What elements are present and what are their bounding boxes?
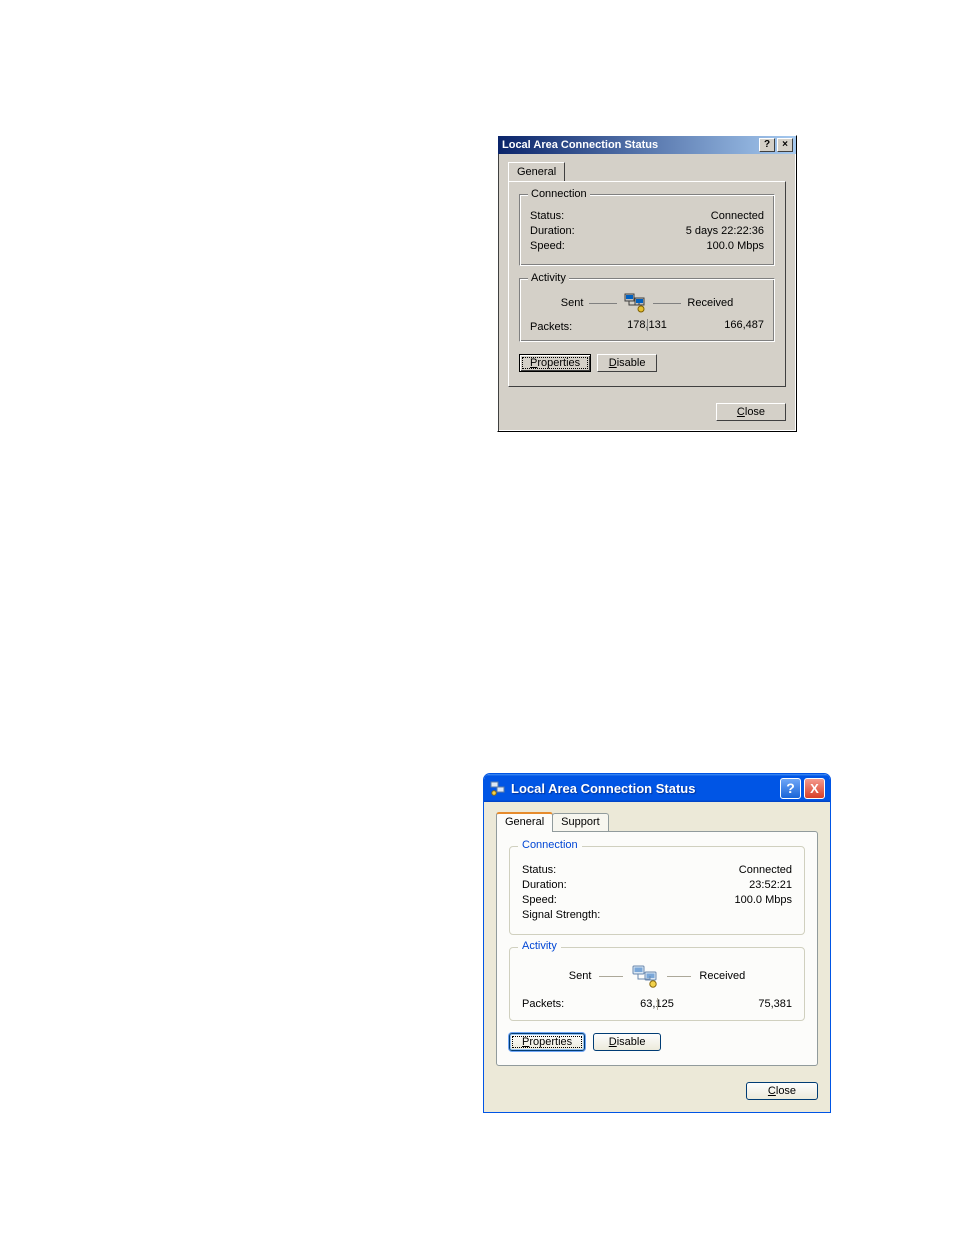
network-connection-icon bbox=[490, 780, 506, 796]
status-value: Connected bbox=[711, 210, 764, 222]
group-activity: Activity Sent bbox=[509, 947, 805, 1021]
duration-value: 23:52:21 bbox=[749, 879, 792, 891]
speed-label: Speed: bbox=[522, 894, 557, 906]
speed-value: 100.0 Mbps bbox=[735, 894, 792, 906]
group-activity: Activity Sent bbox=[519, 278, 775, 342]
tab-general[interactable]: General bbox=[496, 812, 553, 832]
close-button[interactable]: X bbox=[804, 778, 825, 799]
duration-value: 5 days 22:22:36 bbox=[686, 225, 764, 237]
signal-strength-label: Signal Strength: bbox=[522, 909, 600, 921]
divider-line bbox=[589, 303, 617, 304]
packets-label: Packets: bbox=[522, 998, 612, 1010]
close-button[interactable]: Close bbox=[716, 403, 786, 421]
status-label: Status: bbox=[530, 210, 564, 222]
duration-label: Duration: bbox=[530, 225, 575, 237]
titlebar[interactable]: Local Area Connection Status ? × bbox=[498, 136, 796, 154]
tab-strip: General Support bbox=[496, 810, 818, 831]
sent-label: Sent bbox=[569, 970, 592, 982]
disable-button[interactable]: Disable bbox=[593, 1033, 661, 1051]
tab-panel-general: Connection Status: Connected Duration: 5… bbox=[508, 181, 786, 387]
group-legend: Connection bbox=[518, 839, 582, 851]
help-button[interactable]: ? bbox=[780, 778, 801, 799]
status-value: Connected bbox=[739, 864, 792, 876]
connection-status-dialog-classic: Local Area Connection Status ? × General… bbox=[497, 135, 797, 432]
help-button[interactable]: ? bbox=[759, 138, 775, 152]
received-label: Received bbox=[687, 297, 733, 309]
divider-line bbox=[667, 976, 691, 977]
close-button[interactable]: × bbox=[777, 138, 793, 152]
properties-button[interactable]: Properties bbox=[509, 1033, 585, 1051]
network-activity-icon bbox=[631, 964, 659, 988]
divider-line bbox=[599, 976, 623, 977]
group-connection: Connection Status: Connected Duration: 2… bbox=[509, 846, 805, 935]
tab-strip: General bbox=[508, 162, 786, 182]
tab-support[interactable]: Support bbox=[552, 813, 609, 831]
divider-line bbox=[647, 319, 648, 331]
sent-label: Sent bbox=[561, 297, 584, 309]
divider-line bbox=[657, 998, 658, 1010]
window-title: Local Area Connection Status bbox=[502, 139, 757, 151]
packets-received-value: 75,381 bbox=[702, 998, 792, 1010]
status-label: Status: bbox=[522, 864, 556, 876]
group-legend: Activity bbox=[518, 940, 561, 952]
close-button[interactable]: Close bbox=[746, 1082, 818, 1100]
speed-value: 100.0 Mbps bbox=[707, 240, 764, 252]
window-title: Local Area Connection Status bbox=[511, 781, 777, 796]
speed-label: Speed: bbox=[530, 240, 565, 252]
group-legend: Connection bbox=[528, 188, 590, 200]
group-legend: Activity bbox=[528, 272, 569, 284]
packets-received-value: 166,487 bbox=[686, 319, 764, 331]
connection-status-dialog-xp: Local Area Connection Status ? X General… bbox=[483, 773, 831, 1113]
network-activity-icon bbox=[623, 293, 647, 313]
properties-button[interactable]: Properties bbox=[519, 354, 591, 372]
disable-button[interactable]: Disable bbox=[597, 354, 657, 372]
titlebar[interactable]: Local Area Connection Status ? X bbox=[484, 774, 830, 802]
received-label: Received bbox=[699, 970, 745, 982]
duration-label: Duration: bbox=[522, 879, 567, 891]
group-connection: Connection Status: Connected Duration: 5… bbox=[519, 194, 775, 266]
tab-general[interactable]: General bbox=[508, 162, 565, 181]
tab-panel-general: Connection Status: Connected Duration: 2… bbox=[496, 831, 818, 1066]
divider-line bbox=[653, 303, 681, 304]
packets-label: Packets: bbox=[530, 321, 608, 333]
